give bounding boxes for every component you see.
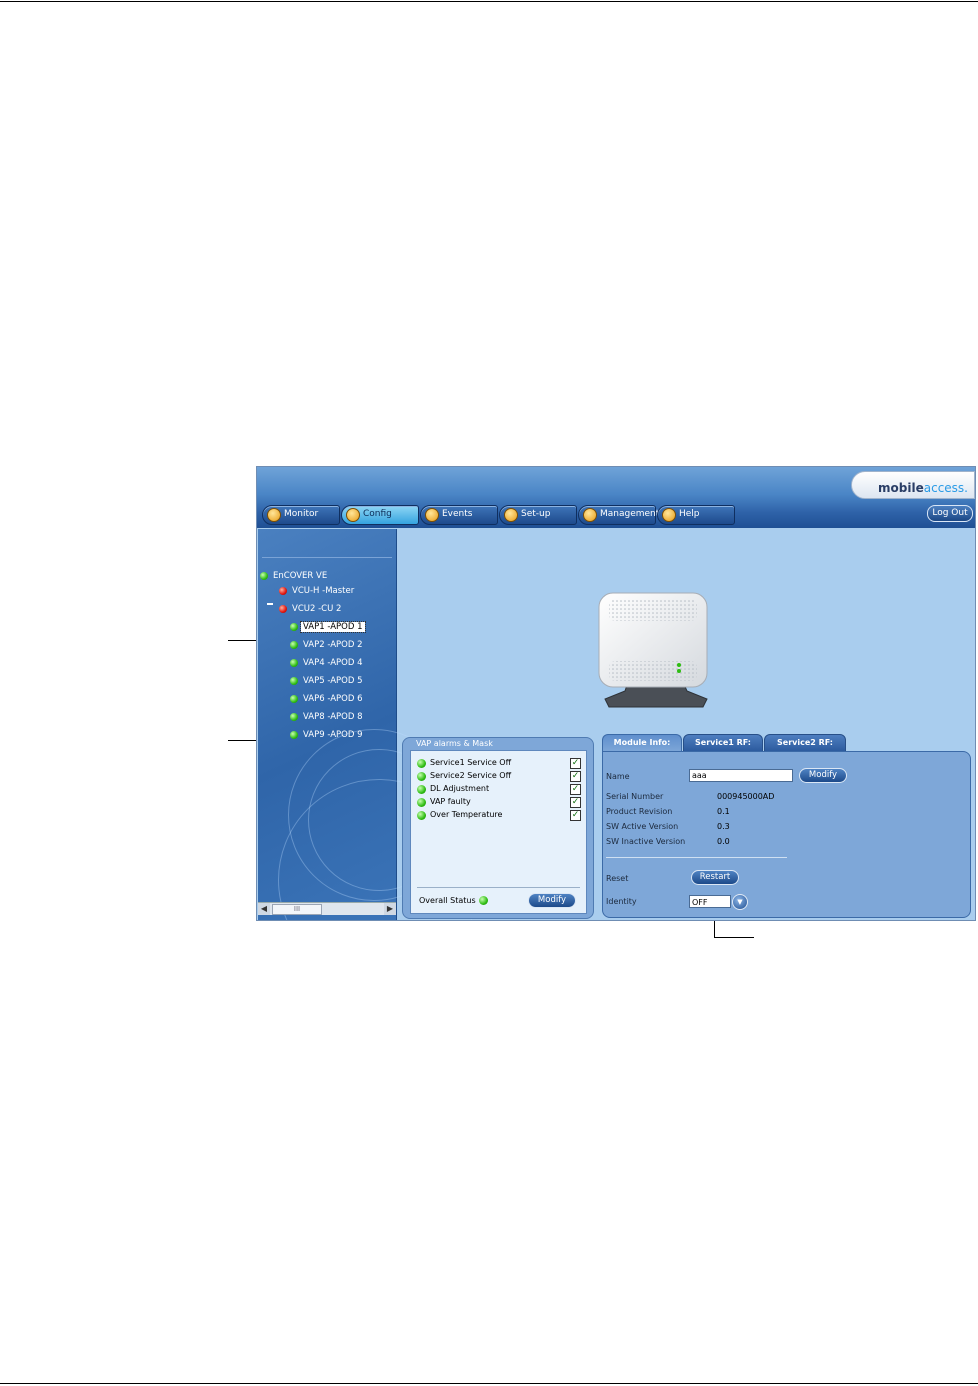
product-revision-label: Product Revision bbox=[606, 807, 673, 816]
serial-number-label: Serial Number bbox=[606, 792, 664, 801]
events-icon bbox=[425, 508, 439, 522]
name-input[interactable] bbox=[689, 769, 793, 782]
system-tree-panel: EnCOVER VE VCU-H -Master VCU2 -CU 2 VAP1… bbox=[258, 529, 480, 920]
nav-tab-label: Help bbox=[679, 509, 700, 519]
product-revision-value: 0.1 bbox=[717, 807, 730, 816]
nav-tab-help[interactable]: Help bbox=[657, 505, 735, 525]
alarm-row: Service2 Service Off ✓ bbox=[417, 770, 581, 783]
nav-tab-config[interactable]: Config bbox=[341, 505, 419, 525]
reset-label: Reset bbox=[606, 874, 629, 883]
status-led-icon bbox=[290, 641, 298, 649]
status-led-icon bbox=[290, 623, 298, 631]
vap-alarms-panel: VAP alarms & Mask Service1 Service Off ✓… bbox=[402, 737, 594, 919]
alarm-row: Service1 Service Off ✓ bbox=[417, 757, 581, 770]
wrench-icon bbox=[346, 508, 360, 522]
alarms-divider bbox=[417, 887, 580, 888]
module-info-divider bbox=[606, 857, 787, 858]
status-led-icon bbox=[417, 811, 426, 820]
mask-checkbox[interactable]: ✓ bbox=[570, 797, 581, 808]
name-label: Name bbox=[606, 772, 630, 781]
tab-module-info[interactable]: Module Info: bbox=[602, 734, 682, 752]
status-led-icon bbox=[290, 713, 298, 721]
sw-inactive-version-value: 0.0 bbox=[717, 837, 730, 846]
sw-active-version-value: 0.3 bbox=[717, 822, 730, 831]
management-icon bbox=[583, 508, 597, 522]
tree-horizontal-scrollbar[interactable]: ◀ III ▶ bbox=[258, 902, 396, 915]
nav-tab-setup[interactable]: Set-up bbox=[499, 505, 577, 525]
tree-divider bbox=[262, 557, 392, 558]
logout-button[interactable]: Log Out bbox=[927, 505, 973, 522]
header-bar: mobileaccess. Monitor Config Events Set-… bbox=[257, 467, 975, 528]
sw-active-version-label: SW Active Version bbox=[606, 822, 679, 831]
alarm-row: VAP faulty ✓ bbox=[417, 796, 581, 809]
nav-tab-label: Events bbox=[442, 509, 473, 519]
nav-tab-label: Set-up bbox=[521, 509, 551, 519]
status-led-icon bbox=[260, 572, 268, 580]
nav-tab-monitor[interactable]: Monitor bbox=[262, 505, 340, 525]
monitor-icon bbox=[267, 508, 281, 522]
status-led-icon bbox=[417, 772, 426, 781]
app-window: mobileaccess. Monitor Config Events Set-… bbox=[256, 466, 976, 921]
alarms-modify-button[interactable]: Modify bbox=[528, 893, 576, 908]
sw-inactive-version-label: SW Inactive Version bbox=[606, 837, 686, 846]
alarms-panel-title: VAP alarms & Mask bbox=[416, 739, 493, 748]
restart-button[interactable]: Restart bbox=[691, 870, 739, 885]
name-modify-button[interactable]: Modify bbox=[799, 768, 847, 783]
mask-checkbox[interactable]: ✓ bbox=[570, 784, 581, 795]
nav-tab-label: Config bbox=[363, 509, 392, 519]
brand-logo: mobileaccess. bbox=[851, 471, 975, 499]
status-led-icon bbox=[290, 731, 298, 739]
nav-tab-events[interactable]: Events bbox=[420, 505, 498, 525]
scroll-left-arrow-icon[interactable]: ◀ bbox=[258, 903, 270, 915]
status-led-icon bbox=[279, 605, 287, 613]
scroll-right-arrow-icon[interactable]: ▶ bbox=[384, 903, 396, 915]
identity-dropdown[interactable]: OFF bbox=[689, 895, 731, 908]
status-led-icon bbox=[290, 677, 298, 685]
chevron-down-icon[interactable]: ▼ bbox=[732, 894, 748, 910]
page-bottom-rule bbox=[0, 1383, 978, 1384]
status-led-icon bbox=[290, 659, 298, 667]
tab-service1-rf[interactable]: Service1 RF: bbox=[683, 734, 763, 752]
overall-status-label: Overall Status bbox=[419, 896, 476, 905]
status-led-icon bbox=[290, 695, 298, 703]
identity-label: Identity bbox=[606, 897, 637, 906]
alarm-row: Over Temperature ✓ bbox=[417, 809, 581, 822]
nav-tab-management[interactable]: Management bbox=[578, 505, 660, 525]
status-led-icon bbox=[417, 798, 426, 807]
mask-checkbox[interactable]: ✓ bbox=[570, 810, 581, 821]
status-led-icon bbox=[417, 785, 426, 794]
callout-line-identity-h bbox=[714, 937, 754, 938]
serial-number-value: 000945000AD bbox=[717, 792, 775, 801]
overall-status-led-icon bbox=[479, 896, 488, 905]
alarms-list: Service1 Service Off ✓ Service2 Service … bbox=[410, 750, 587, 914]
scroll-thumb[interactable]: III bbox=[272, 904, 322, 915]
collapse-toggle-icon[interactable] bbox=[267, 603, 273, 605]
status-led-icon bbox=[279, 587, 287, 595]
help-icon bbox=[662, 508, 676, 522]
setup-icon bbox=[504, 508, 518, 522]
mask-checkbox[interactable]: ✓ bbox=[570, 758, 581, 769]
page-top-rule bbox=[0, 1, 978, 2]
nav-tab-label: Management bbox=[600, 509, 660, 519]
alarm-row: DL Adjustment ✓ bbox=[417, 783, 581, 796]
status-led-icon bbox=[417, 759, 426, 768]
vap-device-image bbox=[598, 592, 708, 708]
tab-service2-rf[interactable]: Service2 RF: bbox=[764, 734, 846, 752]
module-info-panel: Name Modify Serial Number 000945000AD Pr… bbox=[602, 751, 971, 918]
mask-checkbox[interactable]: ✓ bbox=[570, 771, 581, 782]
nav-tab-label: Monitor bbox=[284, 509, 319, 519]
